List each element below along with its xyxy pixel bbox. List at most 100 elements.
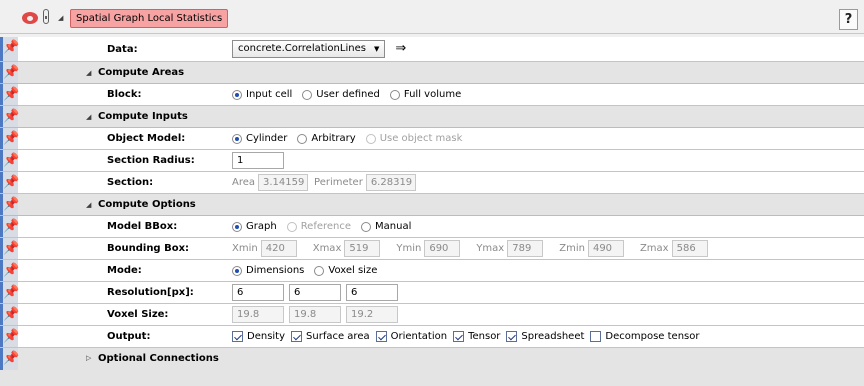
checkbox-decompose-tensor[interactable]: Decompose tensor (590, 331, 700, 342)
section-radius-input[interactable]: 1 (232, 152, 284, 169)
radio-arbitrary[interactable]: Arbitrary (297, 133, 356, 144)
ymax-label: Ymax (476, 243, 505, 254)
pin-icon[interactable]: 📌 (0, 194, 19, 215)
checkbox-indicator[interactable] (506, 331, 518, 342)
pin-icon[interactable]: 📌 (0, 326, 19, 347)
xmin-label: Xmin (232, 243, 258, 254)
radio-indicator (286, 221, 297, 232)
group-compute-inputs[interactable]: 📌 ◢ Compute Inputs (0, 106, 864, 128)
collapsed-triangle-icon[interactable]: ▷ (86, 354, 91, 362)
pin-icon[interactable]: 📌 (0, 238, 19, 259)
radio-full-volume[interactable]: Full volume (389, 89, 461, 100)
pin-icon[interactable]: 📌 (0, 84, 19, 105)
pin-icon[interactable]: 📌 (0, 304, 19, 325)
model-bbox-label: Model BBox: (107, 221, 178, 232)
data-connection-value: concrete.CorrelationLines (238, 43, 366, 54)
checkbox-indicator[interactable] (291, 331, 303, 342)
checkbox-orientation[interactable]: Orientation (375, 331, 447, 342)
xmax-field: 519 (344, 240, 381, 257)
radio-indicator[interactable] (232, 221, 242, 232)
radio-indicator[interactable] (232, 265, 242, 276)
section-radius-label: Section Radius: (107, 155, 195, 166)
output-label: Output: (107, 331, 151, 342)
radio-indicator[interactable] (314, 265, 325, 276)
pin-icon[interactable]: 📌 (0, 37, 19, 61)
module-color-icon[interactable] (22, 12, 38, 24)
radio-user-defined[interactable]: User defined (302, 89, 380, 100)
ymin-label: Ymin (396, 243, 422, 254)
group-label: Compute Areas (98, 67, 185, 78)
voxel-size-x-field: 19.8 (232, 306, 284, 323)
group-compute-areas[interactable]: 📌 ◢ Compute Areas (0, 62, 864, 84)
perimeter-field: 6.28319 (365, 174, 416, 191)
voxel-size-label: Voxel Size: (107, 309, 169, 320)
pin-icon[interactable]: 📌 (0, 172, 19, 193)
area-field: 3.14159 (258, 174, 309, 191)
pin-icon[interactable]: 📌 (0, 150, 19, 171)
radio-indicator[interactable] (232, 133, 242, 144)
module-name-badge[interactable]: Spatial Graph Local Statistics (70, 9, 228, 28)
radio-manual[interactable]: Manual (361, 221, 411, 232)
data-connection-dropdown[interactable]: concrete.CorrelationLines ▼ (232, 39, 386, 58)
checkbox-tensor[interactable]: Tensor (453, 331, 500, 342)
checkbox-density[interactable]: Density (232, 331, 285, 342)
radio-input-cell[interactable]: Input cell (232, 89, 292, 100)
row-resolution: 📌 Resolution[px]: 6 6 6 (0, 282, 864, 304)
radio-cylinder[interactable]: Cylinder (232, 133, 287, 144)
row-section-radius: 📌 Section Radius: 1 (0, 150, 864, 172)
row-model-bbox: 📌 Model BBox: Graph Reference Manual (0, 216, 864, 238)
row-object-model: 📌 Object Model: Cylinder Arbitrary Use o… (0, 128, 864, 150)
radio-voxel-size[interactable]: Voxel size (314, 265, 377, 276)
data-label: Data: (107, 44, 138, 55)
pin-icon[interactable]: 📌 (0, 348, 19, 370)
checkbox-indicator[interactable] (232, 331, 243, 342)
module-header: ◢ Spatial Graph Local Statistics ? (0, 0, 864, 34)
row-bounding-box: 📌 Bounding Box: Xmin 420 Xmax 519 Ymin 6… (0, 238, 864, 260)
radio-indicator[interactable] (302, 89, 313, 100)
radio-indicator[interactable] (297, 133, 308, 144)
checkbox-indicator[interactable] (375, 331, 387, 342)
checkbox-surface-area[interactable]: Surface area (291, 331, 370, 342)
section-label: Section: (107, 177, 154, 188)
group-compute-options[interactable]: 📌 ◢ Compute Options (0, 194, 864, 216)
checkbox-spreadsheet[interactable]: Spreadsheet (506, 331, 584, 342)
xmax-label: Xmax (312, 243, 342, 254)
pin-icon[interactable]: 📌 (0, 106, 19, 127)
row-voxel-size: 📌 Voxel Size: 19.8 19.8 19.2 (0, 304, 864, 326)
radio-graph[interactable]: Graph (232, 221, 277, 232)
radio-indicator[interactable] (389, 89, 400, 100)
help-button[interactable]: ? (839, 9, 858, 30)
group-label: Compute Inputs (98, 111, 188, 122)
radio-indicator[interactable] (232, 89, 242, 100)
zmax-label: Zmax (639, 243, 669, 254)
lock-icon[interactable] (43, 9, 49, 24)
group-label: Compute Options (98, 199, 196, 210)
group-optional-connections[interactable]: 📌 ▷ Optional Connections (0, 348, 864, 386)
pin-icon[interactable]: 📌 (0, 282, 19, 303)
pin-icon[interactable]: 📌 (0, 128, 19, 149)
object-model-label: Object Model: (107, 133, 186, 144)
expand-triangle-icon[interactable]: ◢ (86, 201, 91, 209)
expand-triangle-icon[interactable]: ◢ (86, 69, 91, 77)
perimeter-label: Perimeter (314, 177, 363, 188)
row-block: 📌 Block: Input cell User defined Full vo… (0, 84, 864, 106)
radio-reference: Reference (286, 221, 351, 232)
mode-label: Mode: (107, 265, 142, 276)
resolution-label: Resolution[px]: (107, 287, 194, 298)
ymin-field: 690 (424, 240, 461, 257)
resolution-z-input[interactable]: 6 (346, 284, 398, 301)
go-to-source-arrow-icon[interactable]: ⇒ (395, 41, 406, 56)
radio-indicator[interactable] (361, 221, 372, 232)
pin-icon[interactable]: 📌 (0, 260, 19, 281)
expand-triangle-icon[interactable]: ◢ (86, 113, 91, 121)
checkbox-indicator[interactable] (453, 331, 465, 342)
zmax-field: 586 (671, 240, 708, 257)
pin-icon[interactable]: 📌 (0, 216, 19, 237)
radio-dimensions[interactable]: Dimensions (232, 265, 304, 276)
voxel-size-z-field: 19.2 (346, 306, 398, 323)
resolution-y-input[interactable]: 6 (289, 284, 341, 301)
checkbox-indicator[interactable] (590, 331, 602, 342)
collapse-triangle-icon[interactable]: ◢ (58, 14, 63, 22)
pin-icon[interactable]: 📌 (0, 62, 19, 83)
resolution-x-input[interactable]: 6 (232, 284, 284, 301)
